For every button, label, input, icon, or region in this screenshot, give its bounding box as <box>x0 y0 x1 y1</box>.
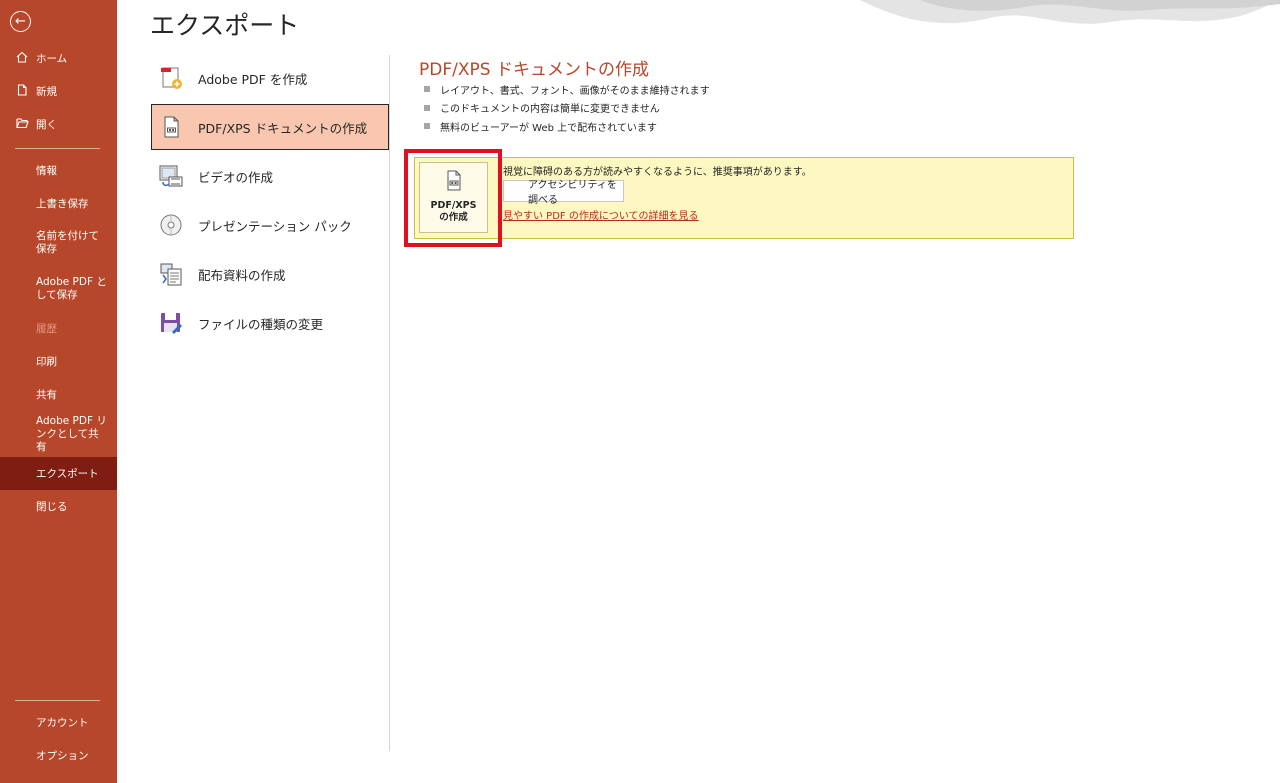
nav-share-adobe-pdf-link-label: Adobe PDF リンクとして共有 <box>36 414 107 453</box>
open-folder-icon <box>15 117 29 132</box>
home-icon <box>15 51 29 66</box>
nav-save-as-adobe-pdf-label: Adobe PDF として保存 <box>36 276 107 301</box>
nav-save-as-adobe-pdf[interactable]: Adobe PDF として保存 <box>0 266 117 312</box>
option-label: Adobe PDF を作成 <box>198 71 308 87</box>
nav-history-label: 履歴 <box>36 323 57 335</box>
nav-options[interactable]: オプション <box>0 739 117 772</box>
nav-divider <box>15 148 100 149</box>
back-arrow-icon[interactable]: ← <box>10 11 31 32</box>
handouts-icon <box>157 260 185 288</box>
nav-share[interactable]: 共有 <box>0 378 117 411</box>
nav-share-label: 共有 <box>36 389 57 401</box>
pdf-document-icon <box>444 170 464 196</box>
nav-account[interactable]: アカウント <box>0 706 117 739</box>
create-pdf-xps-button-label: PDF/XPS の作成 <box>430 200 477 223</box>
backstage-sidebar: ← ホーム 新規 開く 情報 上書き保存 名前を付けて保存 Adobe PDF … <box>0 0 117 783</box>
nav-account-label: アカウント <box>36 717 89 729</box>
nav-history: 履歴 <box>0 312 117 345</box>
option-create-adobe-pdf[interactable]: Adobe PDF を作成 <box>151 55 389 101</box>
check-accessibility-button[interactable]: アクセシビリティを調べる <box>503 180 624 206</box>
new-document-icon <box>15 84 29 99</box>
save-file-type-icon <box>157 309 185 337</box>
option-label: PDF/XPS ドキュメントの作成 <box>198 120 368 136</box>
nav-print-label: 印刷 <box>36 356 57 368</box>
header-decoration <box>860 0 1280 24</box>
bullet-square-icon <box>424 123 430 130</box>
nav-home[interactable]: ホーム <box>0 42 117 75</box>
option-create-video[interactable]: ビデオの作成 <box>151 153 389 199</box>
nav-open-label: 開く <box>36 119 57 131</box>
pdf-xps-document-icon <box>157 113 185 141</box>
nav-info-label: 情報 <box>36 165 57 177</box>
nav-mid-group: 情報 上書き保存 名前を付けて保存 Adobe PDF として保存 履歴 印刷 … <box>0 154 117 523</box>
nav-save-label: 上書き保存 <box>36 198 89 210</box>
nav-close-label: 閉じる <box>36 501 68 513</box>
nav-divider-bottom <box>15 700 100 701</box>
nav-info[interactable]: 情報 <box>0 154 117 187</box>
video-icon <box>157 162 185 190</box>
nav-share-adobe-pdf-link[interactable]: Adobe PDF リンクとして共有 <box>0 411 117 457</box>
option-create-pdf-xps[interactable]: PDF/XPS ドキュメントの作成 <box>151 104 389 150</box>
nav-home-label: ホーム <box>36 53 68 65</box>
option-label: ビデオの作成 <box>198 169 274 185</box>
nav-save-as[interactable]: 名前を付けて保存 <box>0 220 117 266</box>
bullet-item: レイアウト、書式、フォント、画像がそのまま維持されます <box>424 80 710 99</box>
page-title: エクスポート <box>150 11 300 40</box>
option-create-handouts[interactable]: 配布資料の作成 <box>151 251 389 297</box>
option-presentation-pack[interactable]: プレゼンテーション パック <box>151 202 389 248</box>
pane-title: PDF/XPS ドキュメントの作成 <box>419 60 649 80</box>
nav-top-group: ホーム 新規 開く <box>0 42 117 141</box>
nav-export[interactable]: エクスポート <box>0 457 117 490</box>
accessible-pdf-link[interactable]: 見やすい PDF の作成についての詳細を見る <box>503 207 699 222</box>
option-change-file-type[interactable]: ファイルの種類の変更 <box>151 300 389 346</box>
nav-bottom-group: アカウント オプション <box>0 706 117 772</box>
nav-export-label: エクスポート <box>36 468 99 480</box>
option-label: 配布資料の作成 <box>198 267 286 283</box>
nav-new[interactable]: 新規 <box>0 75 117 108</box>
bullet-text: レイアウト、書式、フォント、画像がそのまま維持されます <box>440 85 710 97</box>
export-options-list: Adobe PDF を作成 PDF/XPS ドキュメントの作成 ビデオの作成 プ… <box>151 55 389 349</box>
create-pdf-xps-button[interactable]: PDF/XPS の作成 <box>419 162 488 233</box>
option-label: ファイルの種類の変更 <box>198 316 324 332</box>
nav-save-as-label: 名前を付けて保存 <box>36 230 99 255</box>
nav-open[interactable]: 開く <box>0 108 117 141</box>
nav-print[interactable]: 印刷 <box>0 345 117 378</box>
bullet-text: このドキュメントの内容は簡単に変更できません <box>440 104 660 116</box>
nav-save[interactable]: 上書き保存 <box>0 187 117 220</box>
nav-options-label: オプション <box>36 750 89 762</box>
option-label: プレゼンテーション パック <box>198 218 352 234</box>
adobe-pdf-icon <box>157 64 185 92</box>
nav-close[interactable]: 閉じる <box>0 490 117 523</box>
nav-new-label: 新規 <box>36 86 57 98</box>
feature-bullets: レイアウト、書式、フォント、画像がそのまま維持されます このドキュメントの内容は… <box>424 80 710 136</box>
bullet-text: 無料のビューアーが Web 上で配布されています <box>440 122 657 134</box>
bullet-square-icon <box>424 104 430 111</box>
bullet-item: 無料のビューアーが Web 上で配布されています <box>424 117 710 136</box>
pane-divider <box>389 55 390 751</box>
bullet-item: このドキュメントの内容は簡単に変更できません <box>424 99 710 118</box>
bullet-square-icon <box>424 86 430 93</box>
cd-package-icon <box>157 211 185 239</box>
